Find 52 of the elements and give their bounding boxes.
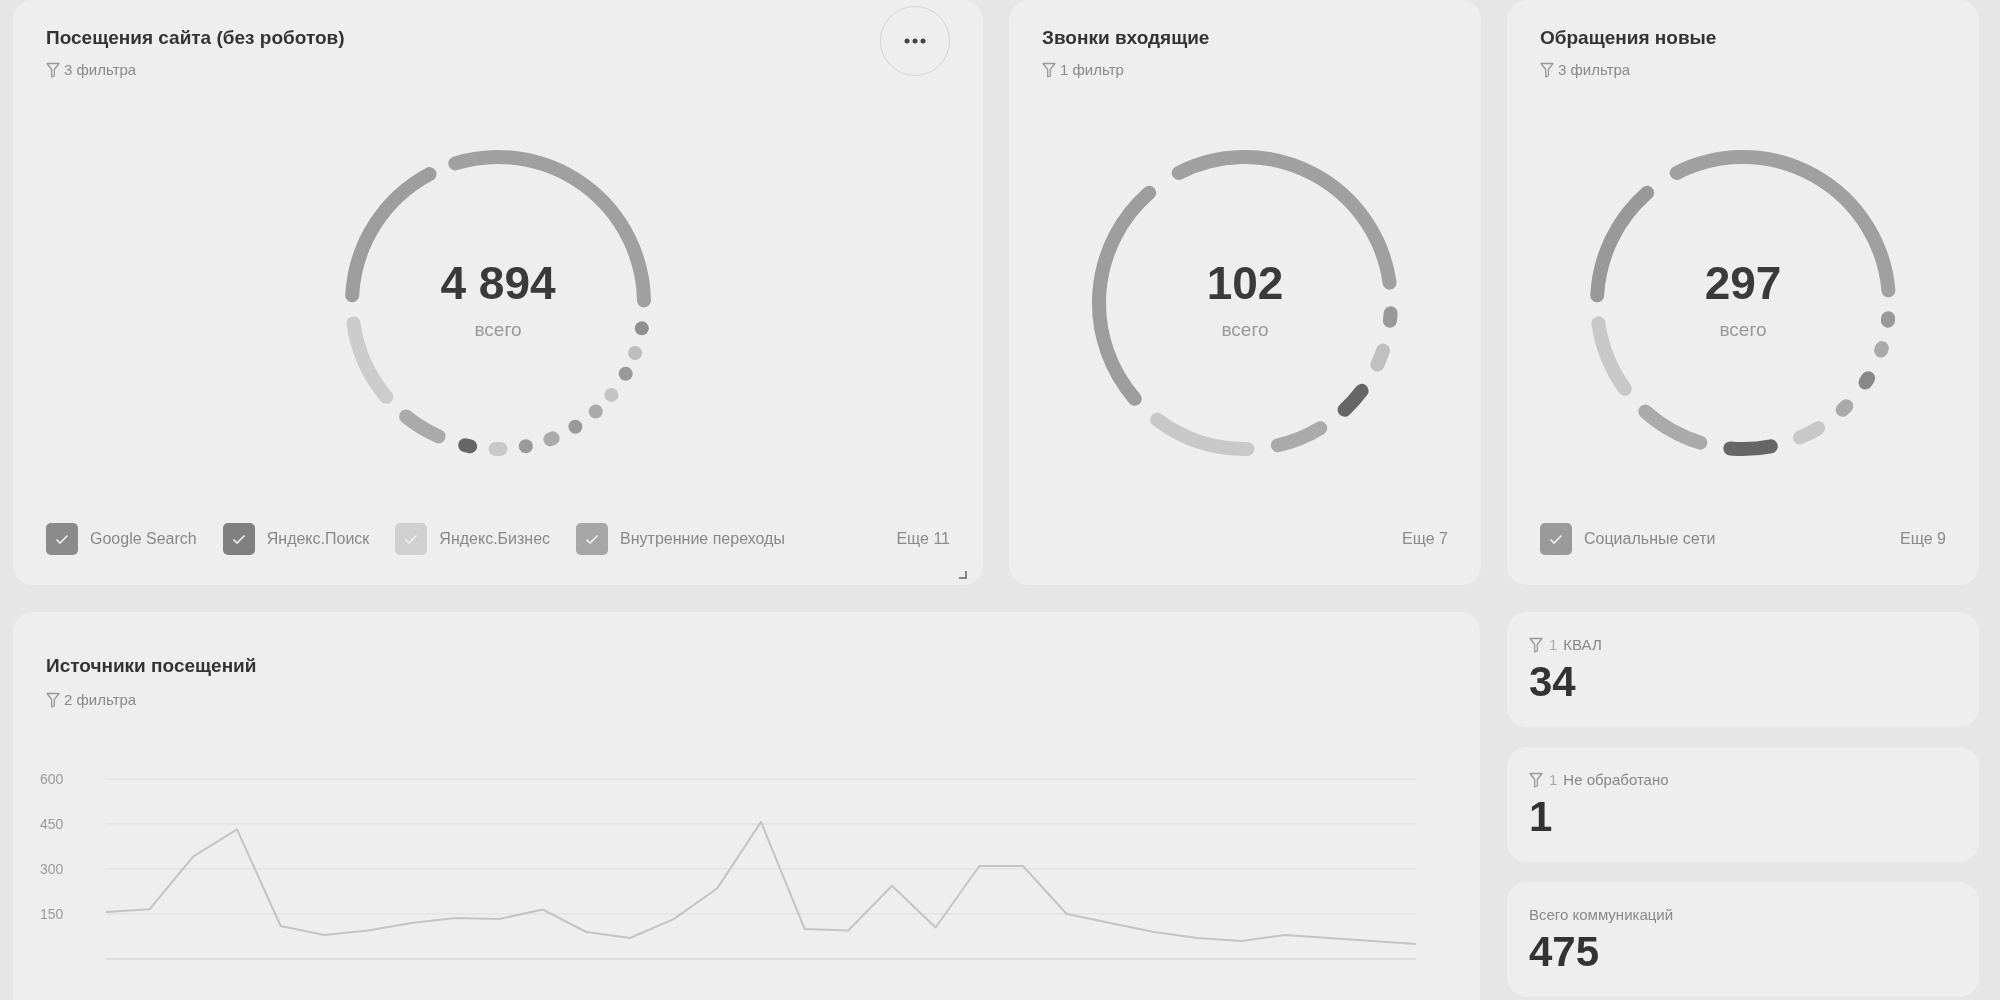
- axis-tick-label: 150: [40, 906, 64, 922]
- show-more-link[interactable]: Еще 11: [896, 527, 950, 551]
- filter-count: 2 фильтра: [64, 689, 137, 710]
- total-value: 4 894: [440, 260, 556, 307]
- total-label: всего: [1719, 318, 1767, 343]
- filter-icon: [46, 61, 60, 78]
- more-icon: [904, 38, 926, 44]
- total-value: 297: [1704, 260, 1782, 307]
- filter-count: 1: [1549, 770, 1558, 790]
- total-label: всего: [1221, 318, 1269, 343]
- legend-item[interactable]: Яндекс.Бизнес: [395, 523, 551, 555]
- legend-checkbox[interactable]: [395, 523, 428, 555]
- resize-handle-icon[interactable]: [959, 571, 967, 579]
- legend-item[interactable]: Социальные сети: [1540, 523, 1716, 555]
- stat-label: Всего коммуникаций: [1529, 905, 1675, 925]
- check-icon: [585, 533, 600, 545]
- filter-count: 1: [1549, 635, 1558, 655]
- filter-icon: [1540, 61, 1554, 78]
- show-more-link[interactable]: Еще 7: [1402, 527, 1448, 551]
- filter-icon: [1042, 61, 1056, 78]
- check-icon: [404, 533, 419, 545]
- filter-count: 1 фильтр: [1060, 59, 1124, 80]
- axis-tick-label: 300: [40, 861, 64, 877]
- check-icon: [55, 533, 69, 545]
- filter-icon: [1529, 637, 1543, 654]
- stat-value: 1: [1529, 795, 1554, 838]
- total-value: 102: [1206, 260, 1284, 307]
- legend-item[interactable]: Яндекс.Поиск: [222, 523, 370, 555]
- filter-count: 3 фильтра: [64, 59, 137, 80]
- filter-count: 3 фильтра: [1558, 59, 1631, 80]
- card-title: Звонки входящие: [1042, 26, 1210, 50]
- card-title: Посещения сайта (без роботов): [46, 26, 345, 50]
- show-more-link[interactable]: Еще 9: [1900, 527, 1946, 551]
- axis-tick-label: 600: [40, 771, 64, 787]
- stat-value: 34: [1529, 660, 1577, 703]
- legend-item[interactable]: Внутренние переходы: [576, 523, 785, 555]
- card-title: Обращения новые: [1540, 26, 1717, 50]
- axis-tick-label: 450: [40, 816, 64, 832]
- total-label: всего: [474, 318, 522, 343]
- stat-label: Не обработано: [1563, 770, 1669, 790]
- card-title: Источники посещений: [46, 654, 258, 678]
- check-icon: [231, 533, 246, 545]
- legend-checkbox[interactable]: [46, 523, 78, 555]
- legend-checkbox[interactable]: [576, 523, 609, 555]
- filter-icon: [46, 691, 60, 708]
- legend-checkbox[interactable]: [1540, 523, 1572, 555]
- legend-checkbox[interactable]: [222, 523, 255, 555]
- stat-value: 475: [1529, 930, 1601, 973]
- stat-label: КВАЛ: [1563, 635, 1602, 655]
- check-icon: [1549, 533, 1563, 545]
- legend-item[interactable]: Google Search: [46, 523, 197, 555]
- filter-icon: [1529, 772, 1543, 789]
